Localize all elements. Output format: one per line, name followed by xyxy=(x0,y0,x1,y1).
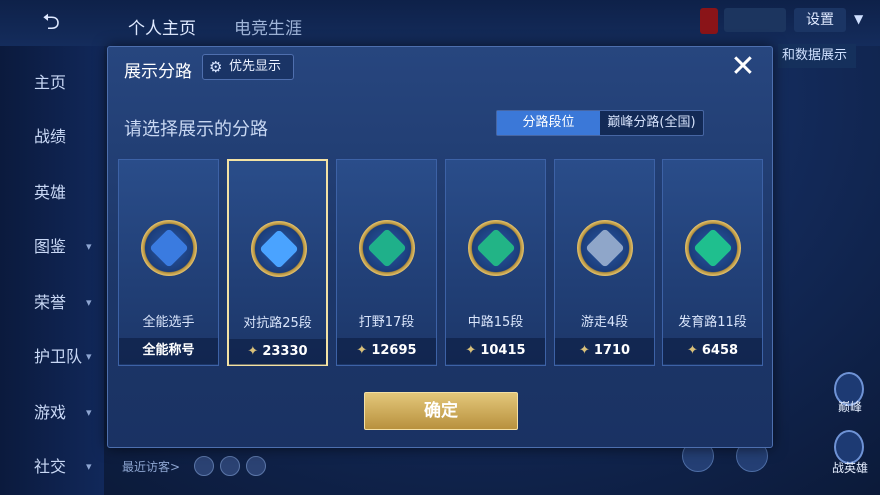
lane-card[interactable]: 游走4段 ✦ 1710 xyxy=(554,159,655,366)
sidebar-item[interactable]: 游戏 ▾ xyxy=(0,398,104,428)
sidebar-item[interactable]: 荣誉 ▾ xyxy=(0,288,104,318)
currency-display xyxy=(724,8,786,32)
lane-score-value: 10415 xyxy=(480,343,526,358)
lane-score-value: 23330 xyxy=(262,344,308,359)
lane-score-value: 1710 xyxy=(593,343,631,358)
lane-label: 中路15段 xyxy=(467,315,524,330)
lane-glyph-icon xyxy=(367,228,407,268)
star-icon: ✦ xyxy=(356,343,368,358)
tab-esports-career[interactable]: 电竞生涯 xyxy=(234,14,302,39)
settings-button[interactable]: 设置 xyxy=(794,8,846,32)
star-icon: ✦ xyxy=(465,343,477,358)
modal-title: 展示分路 xyxy=(124,62,192,82)
chevron-down-icon: ▾ xyxy=(86,240,92,253)
segment-lane-rank[interactable]: 分路段位 xyxy=(497,111,600,135)
visitor-avatar[interactable] xyxy=(220,456,240,476)
lane-score-value: 全能称号 xyxy=(142,343,195,358)
lane-emblem-icon xyxy=(685,220,741,276)
sidebar-item[interactable]: 社交 ▾ xyxy=(0,452,104,482)
lane-score: ✦ 6458 xyxy=(663,338,762,364)
lane-card[interactable]: 全能选手 全能称号 xyxy=(118,159,219,366)
sidebar-item-label: 图鉴 xyxy=(34,237,67,256)
close-button[interactable]: ✕ xyxy=(728,52,758,83)
lane-label: 发育路11段 xyxy=(678,315,747,330)
tab-profile[interactable]: 个人主页 xyxy=(128,14,196,39)
star-icon: ✦ xyxy=(686,343,698,358)
recent-visitors-link[interactable]: 最近访客> xyxy=(122,458,180,475)
sidebar-item-label: 荣誉 xyxy=(34,293,67,312)
lane-emblem-icon xyxy=(251,221,307,277)
lane-glyph-icon xyxy=(585,228,625,268)
sidebar-item[interactable]: 主页 xyxy=(0,68,104,98)
lane-card[interactable]: 对抗路25段 ✦ 23330 xyxy=(227,159,328,366)
visitor-avatar[interactable] xyxy=(194,456,214,476)
selection-prompt: 请选择展示的分路 xyxy=(124,119,268,140)
sidebar-item[interactable]: 护卫队 ▾ xyxy=(0,342,104,372)
lane-label: 对抗路25段 xyxy=(243,316,312,331)
lane-label: 打野17段 xyxy=(358,315,415,330)
sidebar-item-label: 游戏 xyxy=(34,403,67,422)
chevron-down-icon: ▾ xyxy=(86,406,92,419)
lane-label: 游走4段 xyxy=(580,315,629,330)
lane-score: 全能称号 xyxy=(119,338,218,364)
lane-score: ✦ 10415 xyxy=(446,338,545,364)
gear-icon: ⚙ xyxy=(209,58,223,76)
star-icon: ✦ xyxy=(578,343,590,358)
sidebar-item[interactable]: 英雄 xyxy=(0,178,104,208)
segment-peak-lane[interactable]: 巅峰分路(全国) xyxy=(600,111,703,135)
lane-emblem-icon xyxy=(468,220,524,276)
side-badge-label: 战英雄 xyxy=(831,461,868,475)
lane-glyph-icon xyxy=(476,228,516,268)
lane-emblem-icon xyxy=(577,220,633,276)
sidebar-item-label: 英雄 xyxy=(34,183,67,202)
side-badge-label: 巅峰 xyxy=(837,400,862,414)
lane-glyph-icon xyxy=(149,228,189,268)
lane-card[interactable]: 打野17段 ✦ 12695 xyxy=(336,159,437,366)
sidebar-item[interactable]: 图鉴 ▾ xyxy=(0,232,104,262)
lane-emblem-icon xyxy=(141,220,197,276)
sidebar-item[interactable]: 战绩 xyxy=(0,122,104,152)
segment-toggle: 分路段位 巅峰分路(全国) xyxy=(496,110,704,136)
chevron-down-icon[interactable]: ▼ xyxy=(854,12,863,26)
lane-glyph-icon xyxy=(693,228,733,268)
sidebar-item-label: 护卫队 xyxy=(34,347,83,366)
lane-score-value: 12695 xyxy=(371,343,417,358)
lane-score-value: 6458 xyxy=(701,343,739,358)
chevron-down-icon: ▾ xyxy=(86,350,92,363)
data-display-label[interactable]: 和数据展示 xyxy=(778,44,856,68)
vip-badge xyxy=(700,8,718,34)
priority-display-button[interactable]: ⚙ 优先显示 xyxy=(202,54,294,80)
confirm-button[interactable]: 确定 xyxy=(364,392,518,430)
back-button[interactable]: ⮌ xyxy=(28,12,74,34)
lane-glyph-icon xyxy=(259,229,299,269)
lane-card[interactable]: 发育路11段 ✦ 6458 xyxy=(662,159,763,366)
lane-emblem-icon xyxy=(359,220,415,276)
chevron-down-icon: ▾ xyxy=(86,296,92,309)
visitor-avatar[interactable] xyxy=(246,456,266,476)
priority-display-label: 优先显示 xyxy=(229,59,282,74)
lane-label: 全能选手 xyxy=(142,315,195,330)
chevron-down-icon: ▾ xyxy=(86,460,92,473)
lane-score: ✦ 23330 xyxy=(229,339,326,365)
sidebar-item-label: 主页 xyxy=(34,73,67,92)
sidebar-item-label: 战绩 xyxy=(34,127,67,146)
lane-score: ✦ 1710 xyxy=(555,338,654,364)
star-icon: ✦ xyxy=(247,344,259,359)
sidebar-item-label: 社交 xyxy=(34,457,67,476)
lane-display-modal: 展示分路 ⚙ 优先显示 ✕ 请选择展示的分路 分路段位 巅峰分路(全国) 全能选… xyxy=(107,46,773,448)
lane-card[interactable]: 中路15段 ✦ 10415 xyxy=(445,159,546,366)
lane-score: ✦ 12695 xyxy=(337,338,436,364)
